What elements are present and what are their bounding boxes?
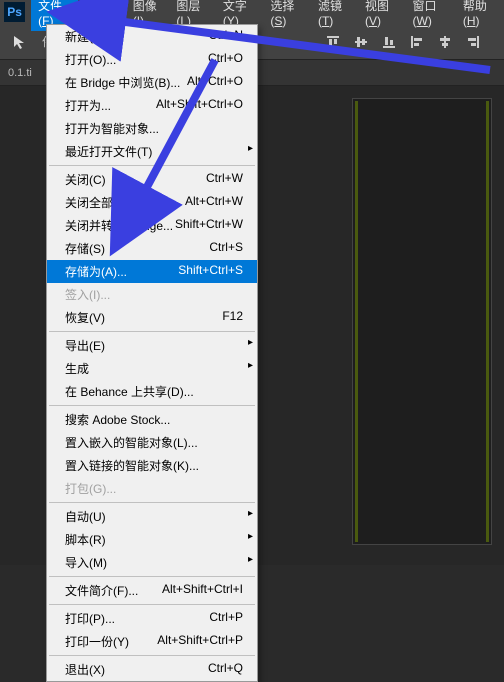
menu-item-label: 置入链接的智能对象(K)... [65,457,199,474]
menu-item[interactable]: 置入链接的智能对象(K)... [47,454,257,477]
menu-item[interactable]: 新建(N)... Ctrl+N [47,25,257,48]
menu-item-label: 文件简介(F)... [65,582,138,599]
menu-item[interactable]: 关闭并转到 Bridge...Shift+Ctrl+W [47,214,257,237]
menu-item-shortcut: Ctrl+W [206,171,243,188]
align-left-icon[interactable] [406,31,428,53]
menu-item[interactable]: 自动(U) [47,505,257,528]
align-bottom-icon[interactable] [378,31,400,53]
menu-item[interactable]: 关闭全部 Alt+Ctrl+W [47,191,257,214]
menu-item-label: 自动(U) [65,508,106,525]
menu-item-label: 存储(S) [65,240,105,257]
menu-item-label: 打包(G)... [65,480,116,497]
menu-item-label: 导出(E) [65,337,105,354]
menu-item-label: 恢复(V) [65,309,105,326]
menubar: Ps 文件(F)编辑(E)图像(I)图层(L)文字(Y)选择(S)滤镜(T)视图… [0,0,504,24]
menu-w[interactable]: 窗口(W) [406,0,456,31]
menu-item-label: 导入(M) [65,554,107,571]
menu-item-label: 关闭全部 [65,194,113,211]
menu-item: 打包(G)... [47,477,257,500]
align-right-icon[interactable] [462,31,484,53]
menu-item-label: 置入嵌入的智能对象(L)... [65,434,198,451]
menu-item[interactable]: 退出(X) Ctrl+Q [47,658,257,681]
menu-item[interactable]: 导出(E) [47,334,257,357]
menu-separator [49,604,255,605]
menu-item-shortcut: Shift+Ctrl+S [178,263,243,280]
align-top-icon[interactable] [322,31,344,53]
menu-item[interactable]: 恢复(V) F12 [47,306,257,329]
menu-separator [49,405,255,406]
menu-item-shortcut: Alt+Shift+Ctrl+O [156,97,243,114]
menu-item: 签入(I)... [47,283,257,306]
menu-item-label: 打印一份(Y) [65,633,129,650]
menu-item-shortcut: Ctrl+S [209,240,243,257]
menu-item-label: 退出(X) [65,661,105,678]
menu-item-label: 签入(I)... [65,286,110,303]
menu-item[interactable]: 打开为... Alt+Shift+Ctrl+O [47,94,257,117]
app-logo: Ps [4,2,25,22]
menu-item[interactable]: 脚本(R) [47,528,257,551]
menu-item-label: 脚本(R) [65,531,106,548]
menu-item-label: 打开(O)... [65,51,116,68]
menu-item-shortcut: Alt+Shift+Ctrl+I [162,582,243,599]
menu-item-shortcut: Ctrl+P [209,610,243,627]
menu-separator [49,655,255,656]
menu-separator [49,331,255,332]
menu-item[interactable]: 最近打开文件(T) [47,140,257,163]
align-group [322,31,484,53]
menu-item[interactable]: 在 Behance 上共享(D)... [47,380,257,403]
menu-item-label: 生成 [65,360,89,377]
menu-item[interactable]: 存储(S) Ctrl+S [47,237,257,260]
menu-item[interactable]: 打印一份(Y) Alt+Shift+Ctrl+P [47,630,257,653]
menu-item-shortcut: Alt+Shift+Ctrl+P [157,633,243,650]
menu-item-shortcut: Ctrl+Q [208,661,243,678]
menu-item-label: 在 Behance 上共享(D)... [65,383,194,400]
menu-v[interactable]: 视图(V) [358,0,406,31]
menu-item[interactable]: 关闭(C) Ctrl+W [47,168,257,191]
menu-item-label: 关闭并转到 Bridge... [65,217,173,234]
menu-item-shortcut: Alt+Ctrl+O [187,74,243,91]
menu-t[interactable]: 滤镜(T) [311,0,358,31]
menu-item-shortcut: Alt+Ctrl+W [185,194,243,211]
menu-separator [49,576,255,577]
menu-h[interactable]: 帮助(H) [456,0,504,31]
menu-item-label: 存储为(A)... [65,263,127,280]
menu-item[interactable]: 打印(P)... Ctrl+P [47,607,257,630]
menu-item-shortcut: Ctrl+N [209,28,243,45]
menu-item[interactable]: 生成 [47,357,257,380]
move-tool-icon[interactable] [8,30,32,54]
canvas-image [352,98,492,545]
menu-item[interactable]: 置入嵌入的智能对象(L)... [47,431,257,454]
menu-item-label: 最近打开文件(T) [65,143,152,160]
menu-s[interactable]: 选择(S) [263,0,311,31]
file-menu-dropdown: 新建(N)... Ctrl+N 打开(O)... Ctrl+O 在 Bridge 中浏览… [46,24,258,682]
menu-item[interactable]: 存储为(A)... Shift+Ctrl+S [47,260,257,283]
menu-item[interactable]: 导入(M) [47,551,257,574]
menu-item-label: 打开为智能对象... [65,120,159,137]
document-tab[interactable]: 0.1.ti [8,67,32,79]
menu-item-label: 搜索 Adobe Stock... [65,411,170,428]
menu-item-label: 新建(N)... [65,28,116,45]
align-vcenter-icon[interactable] [350,31,372,53]
menu-item-label: 打印(P)... [65,610,115,627]
menu-item-shortcut: F12 [222,309,243,326]
menu-item[interactable]: 打开为智能对象... [47,117,257,140]
menu-separator [49,165,255,166]
menu-item-shortcut: Ctrl+O [208,51,243,68]
menu-item-label: 打开为... [65,97,111,114]
menu-item-label: 在 Bridge 中浏览(B)... [65,74,180,91]
menu-item[interactable]: 打开(O)... Ctrl+O [47,48,257,71]
menu-item-shortcut: Shift+Ctrl+W [175,217,243,234]
menu-item[interactable]: 搜索 Adobe Stock... [47,408,257,431]
align-hcenter-icon[interactable] [434,31,456,53]
menu-item[interactable]: 在 Bridge 中浏览(B)... Alt+Ctrl+O [47,71,257,94]
menu-separator [49,502,255,503]
menu-item-label: 关闭(C) [65,171,106,188]
menu-item[interactable]: 文件简介(F)... Alt+Shift+Ctrl+I [47,579,257,602]
